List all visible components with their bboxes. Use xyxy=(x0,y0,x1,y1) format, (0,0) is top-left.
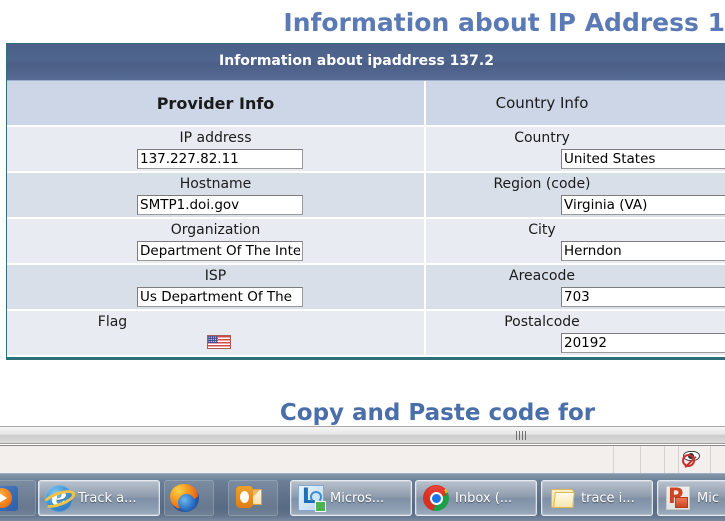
browser-page-content: Information about IP Address 1 Informati… xyxy=(0,0,725,430)
taskbar-item-media-player[interactable] xyxy=(0,480,36,516)
scrollbar-thumb[interactable] xyxy=(0,427,725,443)
taskbar-item-lync[interactable]: Micros... xyxy=(290,480,412,516)
provider-info-column: Provider Info IP address Hostname Organi… xyxy=(7,81,426,357)
label-hostname: Hostname xyxy=(179,176,252,192)
taskbar-item-chrome[interactable]: Inbox (... xyxy=(415,480,537,516)
firefox-icon xyxy=(170,483,200,513)
taskbar-item-powerpoint[interactable]: Mic xyxy=(657,480,725,516)
field-row-postalcode: Postalcode xyxy=(426,311,725,357)
field-row-ip-address: IP address xyxy=(7,127,424,173)
input-country[interactable] xyxy=(561,149,725,169)
field-row-areacode: Areacode xyxy=(426,265,725,311)
grid-line xyxy=(640,446,641,474)
label-city: City xyxy=(528,222,556,238)
input-hostname[interactable] xyxy=(137,195,303,215)
taskbar-label-chrome: Inbox (... xyxy=(455,490,513,506)
taskbar-item-firefox[interactable] xyxy=(164,480,214,516)
table-header-bar: Information about ipaddress 137.2 xyxy=(7,44,725,81)
label-areacode: Areacode xyxy=(509,268,575,284)
taskbar-label-folder: trace i... xyxy=(581,490,635,506)
input-isp[interactable] xyxy=(137,287,303,307)
input-postalcode[interactable] xyxy=(561,333,725,353)
field-row-city: City xyxy=(426,219,725,265)
horizontal-scrollbar[interactable] xyxy=(0,426,725,444)
page-title: Information about IP Address 1 xyxy=(283,8,725,37)
label-organization: Organization xyxy=(170,222,261,238)
us-flag-icon xyxy=(207,335,231,349)
taskbar-item-outlook[interactable] xyxy=(228,480,278,516)
field-row-organization: Organization xyxy=(7,219,424,265)
taskbar-item-internet-explorer[interactable]: Track a... xyxy=(38,480,160,516)
label-flag: Flag xyxy=(97,314,128,330)
label-isp: ISP xyxy=(204,268,227,284)
no-entry-overlay-icon xyxy=(682,454,695,467)
table-columns: Provider Info IP address Hostname Organi… xyxy=(7,81,725,357)
taskbar-label-lync: Micros... xyxy=(330,490,385,506)
grid-line xyxy=(664,446,665,474)
folder-icon xyxy=(547,483,577,513)
input-organization[interactable] xyxy=(137,241,303,261)
input-areacode[interactable] xyxy=(561,287,725,307)
label-country: Country xyxy=(514,130,570,146)
chrome-icon xyxy=(421,483,451,513)
windows-taskbar: Track a... Micros... Inbox (... xyxy=(0,473,725,521)
input-city[interactable] xyxy=(561,241,725,261)
scrollbar-grip-icon xyxy=(516,431,526,440)
grid-line xyxy=(613,446,614,474)
field-row-isp: ISP xyxy=(7,265,424,311)
hidden-eye-icon xyxy=(681,449,703,467)
table-bottom-rule xyxy=(7,357,725,359)
internet-explorer-icon xyxy=(44,482,74,513)
field-row-hostname: Hostname xyxy=(7,173,424,219)
taskbar-label-powerpoint: Mic xyxy=(697,490,719,506)
flag-canton xyxy=(208,336,218,343)
label-region: Region (code) xyxy=(493,176,591,192)
country-info-column: Country Info Country Region (code) City xyxy=(426,81,725,357)
taskbar-label-internet-explorer: Track a... xyxy=(78,490,137,506)
provider-info-title: Provider Info xyxy=(7,81,424,127)
table-header-title: Information about ipaddress 137.2 xyxy=(219,53,494,69)
media-player-icon xyxy=(0,483,20,513)
taskbar-item-folder[interactable]: trace i... xyxy=(541,480,653,516)
field-row-country: Country xyxy=(426,127,725,173)
outlook-icon xyxy=(234,483,264,513)
field-row-region: Region (code) xyxy=(426,173,725,219)
input-region[interactable] xyxy=(561,195,725,215)
label-postalcode: Postalcode xyxy=(504,314,580,330)
grid-line xyxy=(678,446,679,474)
input-ip-address[interactable] xyxy=(137,149,303,169)
powerpoint-icon xyxy=(663,483,693,513)
screen: Information about IP Address 1 Informati… xyxy=(0,0,725,521)
lync-icon xyxy=(296,483,326,513)
field-row-flag: Flag xyxy=(7,311,424,357)
country-info-title: Country Info xyxy=(426,81,725,127)
ip-info-table: Information about ipaddress 137.2 Provid… xyxy=(6,43,725,360)
label-ip-address: IP address xyxy=(179,130,252,146)
grid-line xyxy=(710,446,711,474)
background-spreadsheet-window[interactable] xyxy=(0,445,725,474)
